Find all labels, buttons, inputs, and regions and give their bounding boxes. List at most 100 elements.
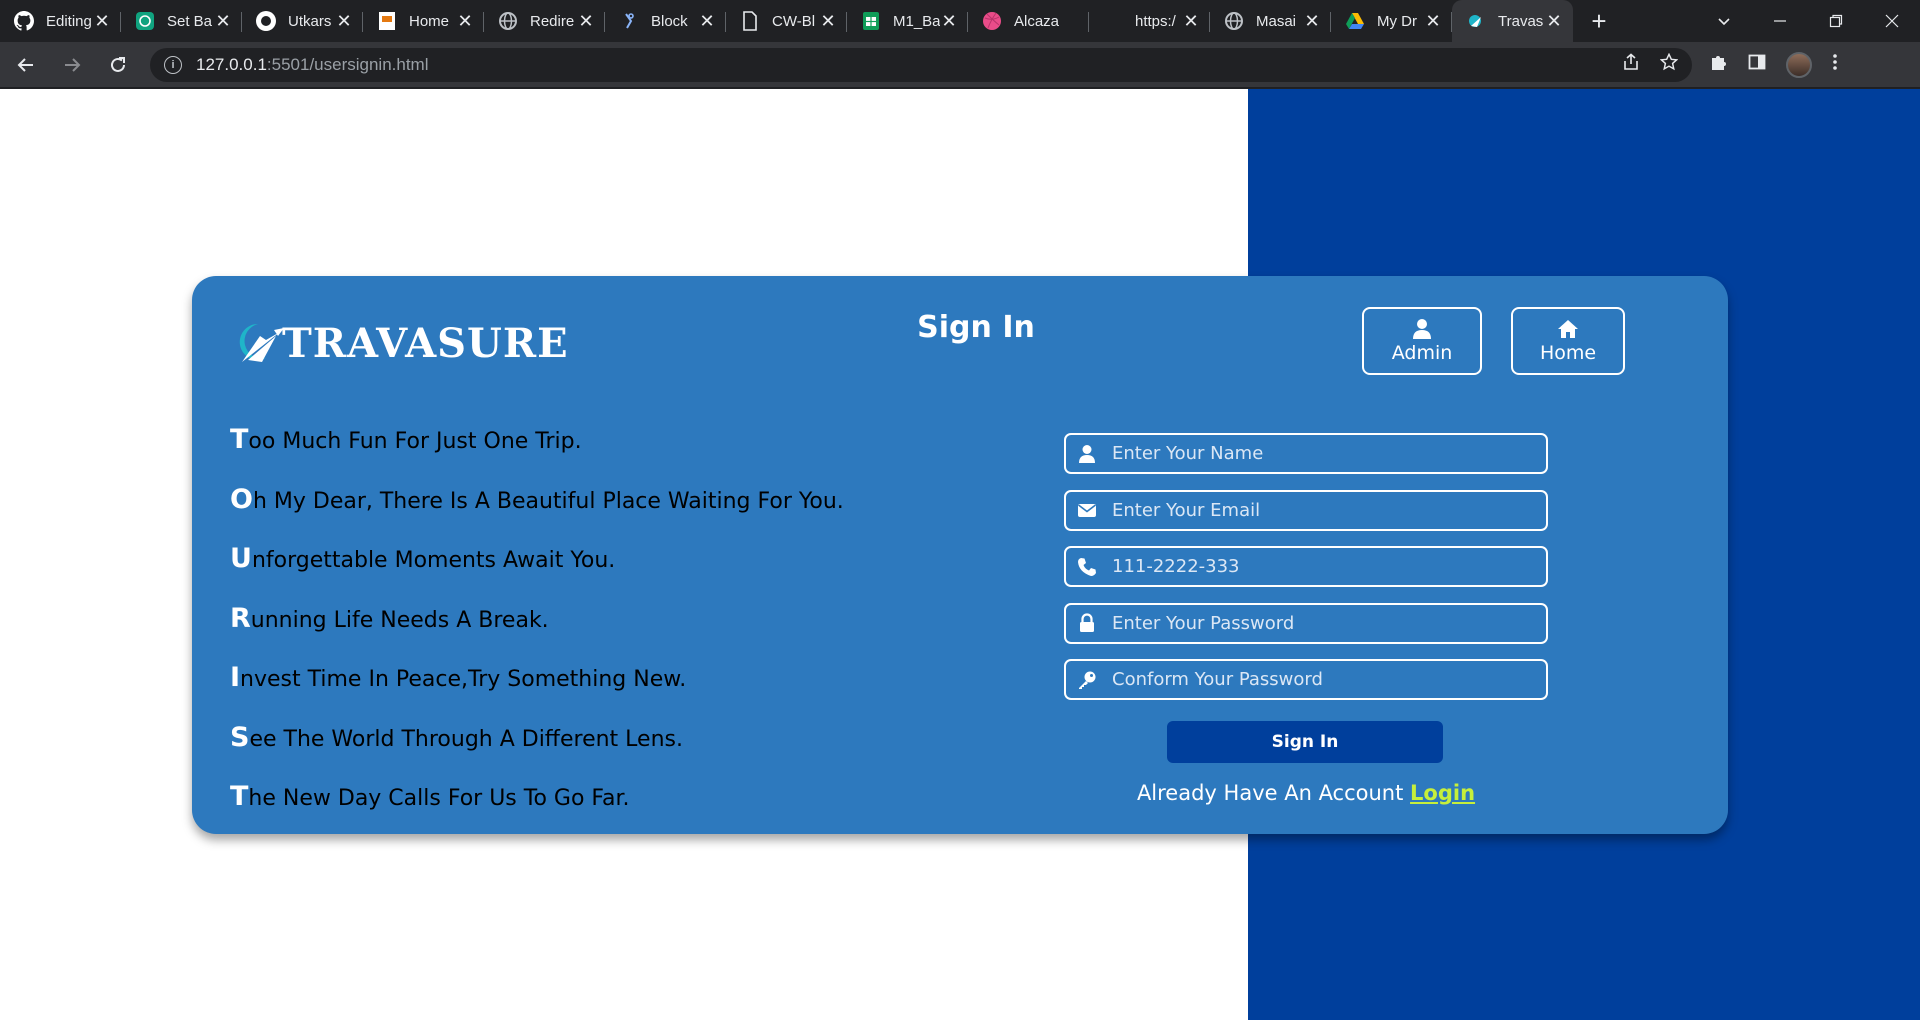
close-icon[interactable]: ✕ [93, 11, 111, 31]
drive-icon [1345, 11, 1365, 31]
quote-line: Too Much Fun For Just One Trip. [230, 424, 844, 484]
tab-title: Home [409, 12, 450, 30]
quote-line: Unforgettable Moments Await You. [230, 543, 844, 603]
sheets-icon [861, 11, 881, 31]
close-icon[interactable]: ✕ [698, 11, 716, 31]
dribbble-icon [982, 11, 1002, 31]
forward-arrow-icon[interactable] [52, 45, 92, 85]
home-button[interactable]: Home [1511, 307, 1625, 375]
page-viewport: TRAVASURE Sign In Admin Home Too Much Fu… [0, 89, 1920, 1020]
close-window-icon[interactable] [1864, 0, 1920, 42]
browser-tab[interactable]: Home ✕ [363, 0, 484, 42]
address-bar[interactable]: i 127.0.0.1:5501/usersignin.html [150, 47, 1692, 82]
browser-tab[interactable]: Alcaza [968, 0, 1089, 42]
doc-icon [740, 11, 760, 31]
close-icon[interactable]: ✕ [456, 11, 474, 31]
globe-icon [1224, 11, 1244, 31]
tab-title: Utkars [288, 12, 332, 30]
url-path: :5501/usersignin.html [266, 54, 429, 74]
confirm-placeholder: Conform Your Password [1112, 669, 1323, 690]
quote-text: h My Dear, There Is A Beautiful Place Wa… [252, 488, 844, 514]
key-icon [1076, 669, 1098, 691]
travasure-icon [1466, 11, 1486, 31]
browser-tab[interactable]: M1_Ba ✕ [847, 0, 968, 42]
github-icon [14, 11, 34, 31]
bookmark-star-icon[interactable] [1659, 52, 1679, 76]
browser-tab[interactable]: Block ✕ [605, 0, 726, 42]
browser-tab[interactable]: My Dr ✕ [1331, 0, 1452, 42]
quote-line: Invest Time In Peace,Try Something New. [230, 662, 844, 722]
quote-line: The New Day Calls For Us To Go Far. [230, 781, 844, 841]
globe-icon [498, 11, 518, 31]
tab-title: M1_Ba [893, 12, 940, 30]
account-text: Already Have An Account [1136, 781, 1404, 805]
login-link[interactable]: Login [1410, 781, 1475, 805]
share-icon[interactable] [1622, 53, 1640, 76]
tab-search-icon[interactable] [1696, 0, 1752, 42]
browser-tab-active[interactable]: Travas ✕ [1452, 0, 1573, 42]
phone-icon [1076, 556, 1098, 578]
side-panel-icon[interactable] [1748, 53, 1766, 76]
tab-title: Travas [1498, 12, 1544, 30]
close-icon[interactable]: ✕ [940, 11, 958, 31]
home-label: Home [1539, 342, 1597, 364]
browser-tab[interactable]: Editing ✕ [0, 0, 121, 42]
signin-card: TRAVASURE Sign In Admin Home Too Much Fu… [192, 276, 1728, 834]
quote-text: nvest Time In Peace,Try Something New. [240, 667, 687, 692]
back-arrow-icon[interactable] [6, 45, 46, 85]
restore-icon[interactable] [1808, 0, 1864, 42]
close-icon[interactable]: ✕ [1424, 11, 1442, 31]
quote-line: Running Life Needs A Break. [230, 603, 844, 663]
tab-title: https:/ [1135, 12, 1176, 30]
close-icon[interactable]: ✕ [1182, 11, 1200, 31]
quote-line: See The World Through A Different Lens. [230, 722, 844, 782]
menu-kebab-icon[interactable] [1832, 53, 1838, 76]
close-icon[interactable]: ✕ [335, 11, 353, 31]
reload-icon[interactable] [98, 45, 138, 85]
tab-strip: Editing ✕ Set Ba ✕ Utkars ✕ Home ✕ Redir… [0, 0, 1920, 42]
new-tab-button[interactable]: + [1579, 0, 1619, 42]
tab-title: My Dr [1377, 12, 1417, 30]
signin-form: Enter Your Name Enter Your Email 111-222… [1064, 433, 1548, 716]
admin-label: Admin [1391, 342, 1453, 364]
tab-title: Set Ba [167, 12, 213, 30]
quote-text: nforgettable Moments Await You. [251, 548, 616, 573]
name-field[interactable]: Enter Your Name [1064, 433, 1548, 474]
quote-initial: O [230, 483, 253, 515]
browser-tab[interactable]: Utkars ✕ [242, 0, 363, 42]
quote-initial: S [230, 721, 250, 753]
tab-title: Redire [530, 12, 575, 30]
close-icon[interactable] [1061, 12, 1079, 30]
signin-submit-button[interactable]: Sign In [1167, 721, 1443, 763]
minimize-icon[interactable] [1752, 0, 1808, 42]
confirm-password-field[interactable]: Conform Your Password [1064, 659, 1548, 700]
close-icon[interactable]: ✕ [1545, 11, 1563, 31]
user-icon [1076, 443, 1098, 465]
password-field[interactable]: Enter Your Password [1064, 602, 1548, 644]
browser-tab[interactable]: Set Ba ✕ [121, 0, 242, 42]
browser-tab[interactable]: Redire ✕ [484, 0, 605, 42]
quote-text: ee The World Through A Different Lens. [249, 726, 683, 752]
quote-list: Too Much Fun For Just One Trip. Oh My De… [230, 424, 844, 841]
tab-title: CW-Bl [772, 12, 816, 30]
extensions-puzzle-icon[interactable] [1710, 53, 1728, 76]
lock-icon [1076, 612, 1098, 634]
close-icon[interactable]: ✕ [819, 11, 837, 31]
browser-tab[interactable]: Masai ✕ [1210, 0, 1331, 42]
envelope-icon [1076, 499, 1098, 521]
link-icon [619, 11, 639, 31]
email-field[interactable]: Enter Your Email [1064, 489, 1548, 531]
browser-tab[interactable]: https:/ ✕ [1089, 0, 1210, 42]
phone-field[interactable]: 111-2222-333 [1064, 546, 1548, 587]
close-icon[interactable]: ✕ [577, 11, 595, 31]
quote-text: unning Life Needs A Break. [250, 607, 549, 633]
close-icon[interactable]: ✕ [214, 11, 232, 31]
chatgpt-icon [135, 11, 155, 31]
site-info-icon[interactable]: i [164, 55, 182, 74]
tab-title: Masai [1256, 12, 1297, 30]
close-icon[interactable]: ✕ [1303, 11, 1321, 31]
user-icon [1413, 319, 1431, 339]
profile-avatar[interactable] [1786, 51, 1812, 78]
admin-button[interactable]: Admin [1362, 307, 1482, 375]
browser-tab[interactable]: CW-Bl ✕ [726, 0, 847, 42]
